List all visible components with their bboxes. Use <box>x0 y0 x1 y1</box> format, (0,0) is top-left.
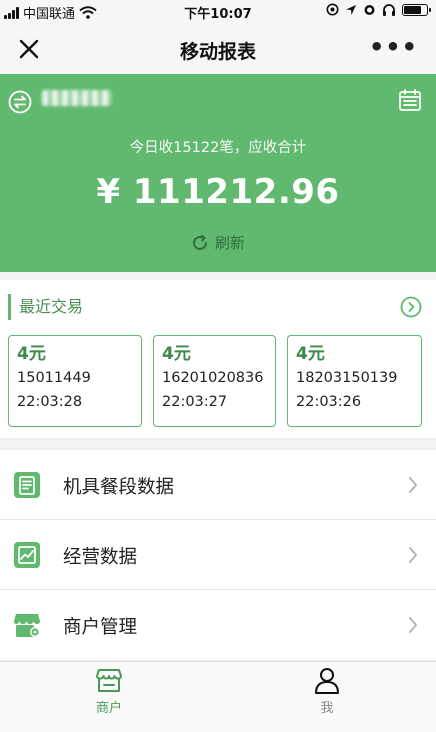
more-options-button[interactable]: ••• <box>369 35 418 59</box>
tab-label: 商户 <box>95 701 122 716</box>
tab-bar: 商户 我 <box>0 661 436 732</box>
status-bar: 中国联通 下午10:07 <box>0 0 436 24</box>
trend-chart-icon <box>14 542 40 568</box>
transaction-time: 22:03:26 <box>296 394 362 410</box>
transaction-id: 16201020836 <box>162 370 264 386</box>
transaction-amount: 4元 <box>162 344 191 364</box>
menu-list: 机具餐段数据 经营数据 商户管理 <box>0 450 436 660</box>
store-settings-icon <box>14 614 40 637</box>
transaction-id: 18203150139 <box>296 370 398 386</box>
menu-item-business-data[interactable]: 经营数据 <box>0 520 436 590</box>
tab-me[interactable]: 我 <box>218 666 436 726</box>
refresh-label: 刷新 <box>214 234 245 252</box>
transaction-card[interactable]: 4元 16201020836 22:03:27 <box>153 335 276 427</box>
transaction-card[interactable]: 4元 15011449 22:03:28 <box>8 335 142 427</box>
refresh-button[interactable]: 刷新 <box>0 232 436 253</box>
refresh-icon <box>193 234 207 250</box>
switch-merchant-icon[interactable] <box>8 90 32 114</box>
transaction-card[interactable]: 4元 18203150139 22:03:26 <box>287 335 422 427</box>
status-right <box>326 3 431 16</box>
total-amount: ¥ 111212.96 <box>96 172 340 212</box>
person-icon <box>315 668 339 694</box>
at-icon <box>326 3 339 16</box>
location-icon <box>346 4 356 15</box>
menu-item-label: 机具餐段数据 <box>63 477 175 498</box>
merchant-name-redacted <box>42 90 112 106</box>
transaction-id: 15011449 <box>17 370 91 386</box>
chevron-right-circle-icon[interactable] <box>400 296 422 318</box>
chevron-right-icon <box>409 617 417 633</box>
receipt-icon <box>14 472 40 498</box>
menu-item-device-meal-data[interactable]: 机具餐段数据 <box>0 450 436 520</box>
chevron-right-icon <box>409 477 417 493</box>
recent-transactions: 最近交易 4元 15011449 22:03:28 4元 16201020836… <box>0 280 436 438</box>
headphones-icon <box>383 4 395 16</box>
today-summary: 今日收15122笔，应收合计 <box>129 140 307 156</box>
transaction-time: 22:03:27 <box>162 394 228 410</box>
alarm-icon <box>364 5 375 15</box>
store-icon <box>96 669 122 692</box>
menu-item-label: 商户管理 <box>63 617 138 638</box>
menu-item-label: 经营数据 <box>63 547 138 568</box>
tab-merchant[interactable]: 商户 <box>0 666 218 726</box>
transaction-amount: 4元 <box>296 344 325 364</box>
transaction-amount: 4元 <box>17 344 46 364</box>
tab-label: 我 <box>320 701 334 716</box>
recent-title: 最近交易 <box>8 294 83 320</box>
menu-item-merchant-management[interactable]: 商户管理 <box>0 590 436 660</box>
nav-bar: 移动报表 ••• <box>0 24 436 74</box>
revenue-header: 今日收15122笔，应收合计 ¥ 111212.96 刷新 <box>0 74 436 272</box>
chevron-right-icon <box>409 547 417 563</box>
battery-icon <box>402 3 431 16</box>
transaction-time: 22:03:28 <box>17 394 83 410</box>
calendar-icon[interactable] <box>398 88 422 112</box>
